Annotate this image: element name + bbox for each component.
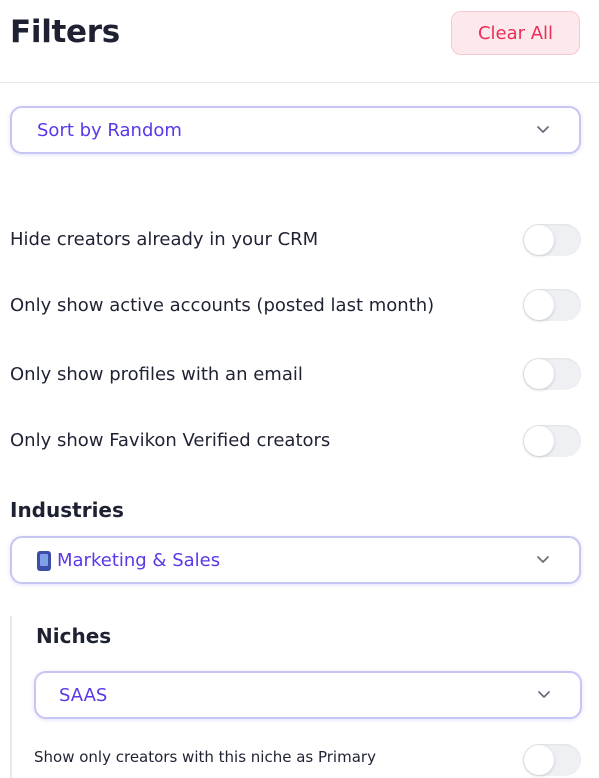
verified-creators-label: Only show Favikon Verified creators <box>10 430 331 451</box>
toggle-knob <box>524 290 554 320</box>
phone-icon <box>37 550 51 571</box>
sort-dropdown-value: Sort by Random <box>37 120 182 141</box>
niches-dropdown-value: SAAS <box>59 685 108 706</box>
toggle-knob <box>524 745 554 775</box>
filters-panel: Filters Clear All Sort by Random Hide cr… <box>0 0 599 778</box>
toggle-knob <box>524 225 554 255</box>
primary-niche-toggle[interactable] <box>523 744 581 776</box>
primary-niche-label: Show only creators with this niche as Pr… <box>34 748 376 766</box>
verified-creators-toggle[interactable] <box>523 425 581 457</box>
sort-dropdown[interactable]: Sort by Random <box>10 106 581 154</box>
chevron-down-icon <box>537 556 549 563</box>
industries-selected-label: Marketing & Sales <box>57 550 221 571</box>
filters-header: Filters Clear All <box>0 0 599 83</box>
email-profiles-toggle[interactable] <box>523 358 581 390</box>
hide-crm-label: Hide creators already in your CRM <box>10 229 319 250</box>
hide-crm-toggle[interactable] <box>523 224 581 256</box>
page-title: Filters <box>10 14 120 50</box>
chevron-down-icon <box>538 691 550 698</box>
active-accounts-label: Only show active accounts (posted last m… <box>10 295 435 316</box>
niches-divider-line <box>10 616 12 778</box>
toggle-knob <box>524 426 554 456</box>
chevron-down-icon <box>537 126 549 133</box>
active-accounts-toggle[interactable] <box>523 289 581 321</box>
industries-dropdown-value: Marketing & Sales <box>37 550 220 571</box>
toggle-knob <box>524 359 554 389</box>
industries-title: Industries <box>10 498 124 522</box>
clear-all-button[interactable]: Clear All <box>451 11 580 55</box>
niches-title: Niches <box>36 624 112 648</box>
email-profiles-label: Only show profiles with an email <box>10 364 303 385</box>
niches-dropdown[interactable]: SAAS <box>34 671 582 719</box>
industries-dropdown[interactable]: Marketing & Sales <box>10 536 581 584</box>
